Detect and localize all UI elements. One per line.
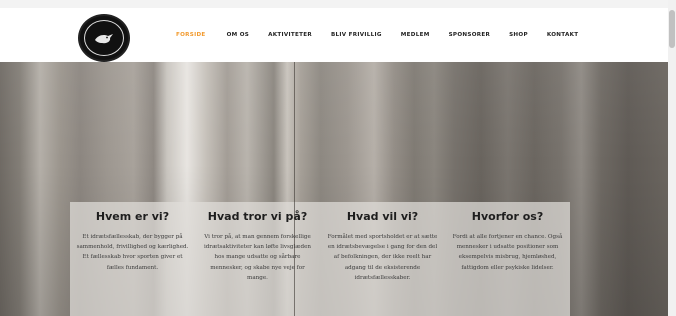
nav-item-bliv-frivillig[interactable]: BLIV FRIVILLIG <box>331 32 382 38</box>
info-column-why: Hvorfor os? Fordi at alle fortjener en c… <box>445 202 570 316</box>
column-title: Hvad tror vi på? <box>207 210 308 223</box>
column-text: Vi tror på, at man gennem forskellige id… <box>203 234 312 281</box>
nav-item-sponsorer[interactable]: SPONSORER <box>449 32 491 38</box>
site-logo[interactable] <box>78 14 130 62</box>
info-column-who: Hvem er vi? Et idrætsfællesskab, der byg… <box>70 202 195 316</box>
nav-item-om-os[interactable]: OM OS <box>227 32 250 38</box>
info-panel: Hvem er vi? Et idrætsfællesskab, der byg… <box>70 202 570 316</box>
column-text: Et idrætsfællesskab, der bygger på samme… <box>76 234 189 271</box>
site-header: FORSIDE OM OS AKTIVITETER BLIV FRIVILLIG… <box>0 0 668 62</box>
column-title: Hvad vil vi? <box>346 210 419 223</box>
nav-item-aktiviteter[interactable]: AKTIVITETER <box>268 32 312 38</box>
info-column-beliefs: Hvad tror vi på? Vi tror på, at man genn… <box>195 202 320 316</box>
logo-emblem <box>84 20 124 56</box>
nav-item-shop[interactable]: SHOP <box>509 32 528 38</box>
column-title: Hvem er vi? <box>95 210 170 223</box>
logo-bird-icon <box>95 34 113 44</box>
scrollbar-thumb[interactable] <box>669 10 675 48</box>
hero-section: Hvem er vi? Et idrætsfællesskab, der byg… <box>0 62 668 316</box>
column-title: Hvorfor os? <box>471 210 544 223</box>
nav-item-kontakt[interactable]: KONTAKT <box>547 32 578 38</box>
column-text: Formålet med sportsholdet er at sætte en… <box>327 234 438 281</box>
nav-item-forside[interactable]: FORSIDE <box>176 32 206 38</box>
column-text: Fordi at alle fortjener en chance. Også … <box>452 234 563 271</box>
info-column-goals: Hvad vil vi? Formålet med sportsholdet e… <box>320 202 445 316</box>
page-scrollbar[interactable] <box>668 0 676 316</box>
main-nav: FORSIDE OM OS AKTIVITETER BLIV FRIVILLIG… <box>176 32 578 38</box>
nav-item-medlem[interactable]: MEDLEM <box>401 32 430 38</box>
